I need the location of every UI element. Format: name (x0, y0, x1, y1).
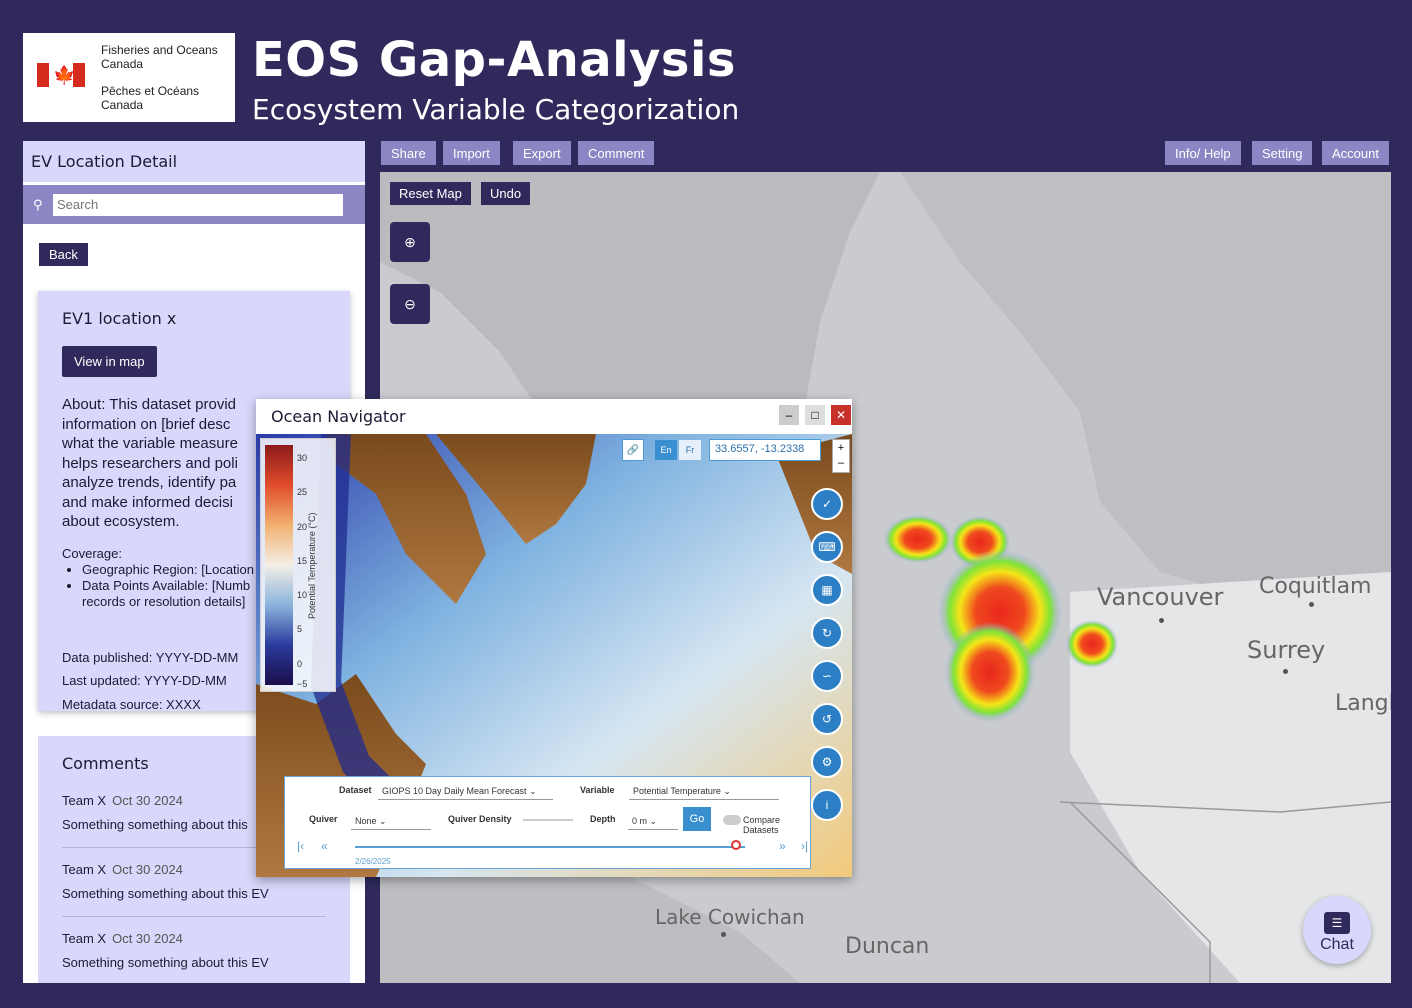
city-marker (721, 932, 726, 937)
minimize-icon[interactable]: – (779, 405, 799, 425)
timeline-first-icon[interactable]: |‹ (297, 839, 304, 853)
lang-en-button[interactable]: En (655, 440, 677, 460)
dfo-logo: 🍁 Fisheries and Oceans Canada Pêches et … (23, 33, 235, 122)
timeline-last-icon[interactable]: ›| (801, 839, 808, 853)
city-marker (1159, 618, 1164, 623)
timeline-handle[interactable] (731, 840, 741, 850)
variable-select[interactable]: Potential Temperature ⌄ (629, 784, 779, 800)
go-button[interactable]: Go (683, 807, 711, 831)
org-name-en: Fisheries and Oceans Canada (101, 43, 218, 71)
quiver-density-slider[interactable] (523, 819, 573, 821)
undo-button[interactable]: Undo (481, 182, 531, 205)
info-help-button[interactable]: Info/ Help (1165, 141, 1241, 165)
ocean-control-panel: Dataset GIOPS 10 Day Daily Mean Forecast… (284, 776, 811, 869)
ev-heading: EV1 location x (62, 309, 177, 328)
chat-icon: ☰ (1324, 912, 1350, 934)
city-label: Duncan (845, 934, 930, 959)
depth-select[interactable]: 0 m ⌄ (628, 814, 678, 830)
city-label: Lake Cowichan (655, 905, 805, 929)
canada-flag-icon: 🍁 (37, 63, 85, 87)
lang-fr-button[interactable]: Fr (679, 440, 701, 460)
compare-datasets-label: Compare Datasets (743, 815, 781, 835)
close-icon[interactable]: ✕ (831, 405, 851, 425)
app-title: EOS Gap-Analysis (252, 32, 736, 88)
back-button[interactable]: Back (39, 243, 88, 266)
import-button[interactable]: Import (443, 141, 500, 165)
quiver-label: Quiver (309, 814, 338, 824)
zoom-out-icon[interactable]: ⊖ (390, 284, 430, 324)
quiver-select[interactable]: None ⌄ (351, 814, 431, 830)
temperature-legend: 30 25 20 15 10 5 0 −5 Potential Temperat… (260, 438, 336, 692)
reset-map-button[interactable]: Reset Map (390, 182, 471, 205)
chart-icon[interactable]: ∽ (811, 660, 843, 692)
keyboard-icon[interactable]: ⌨ (811, 531, 843, 563)
depth-label: Depth (590, 814, 616, 824)
zoom-in-icon[interactable]: ⊕ (390, 222, 430, 262)
ocean-navigator-title: Ocean Navigator (271, 407, 406, 426)
dataset-label: Dataset (339, 785, 372, 795)
timeline-prev-icon[interactable]: « (321, 839, 328, 853)
chat-button[interactable]: ☰ Chat (1303, 896, 1371, 964)
export-button[interactable]: Export (513, 141, 571, 165)
city-label: Vancouver (1097, 583, 1224, 611)
ocean-zoom-icon[interactable]: + – (832, 439, 850, 473)
search-input[interactable] (53, 193, 343, 216)
city-label: Langl (1335, 691, 1391, 716)
share-button[interactable]: Share (381, 141, 436, 165)
panel-title: EV Location Detail (23, 141, 365, 182)
account-button[interactable]: Account (1322, 141, 1389, 165)
ocean-map[interactable]: 30 25 20 15 10 5 0 −5 Potential Temperat… (256, 434, 852, 877)
city-label: Surrey (1247, 636, 1326, 664)
search-icon: ⚲ (33, 196, 43, 212)
org-name-fr: Pêches et Océans Canada (101, 84, 200, 112)
city-marker (1283, 669, 1288, 674)
info-icon[interactable]: i (811, 789, 843, 821)
city-marker (1309, 602, 1314, 607)
maximize-icon[interactable]: □ (805, 405, 825, 425)
table-icon[interactable]: ▦ (811, 574, 843, 606)
reset-icon[interactable]: ↺ (811, 703, 843, 735)
coordinate-readout: 33.6557, -13.2338 (709, 439, 821, 461)
timeline-next-icon[interactable]: » (779, 839, 786, 853)
link-icon[interactable]: 🔗 (622, 439, 644, 461)
rotate-icon[interactable]: ↻ (811, 617, 843, 649)
timeline-slider[interactable] (355, 846, 745, 848)
city-label: Coquitlam (1259, 574, 1372, 599)
comment-button[interactable]: Comment (578, 141, 655, 165)
settings-icon[interactable]: ⚙ (811, 746, 843, 778)
timeline-date: 2/26/2025 (355, 857, 391, 866)
ocean-navigator-window[interactable]: Ocean Navigator – □ ✕ 30 25 20 15 10 5 0… (256, 399, 852, 877)
view-in-map-button[interactable]: View in map (62, 346, 157, 377)
app-subtitle: Ecosystem Variable Categorization (252, 93, 740, 126)
dataset-select[interactable]: GIOPS 10 Day Daily Mean Forecast ⌄ (378, 784, 553, 800)
draw-icon[interactable]: ✓ (811, 488, 843, 520)
comment-item: Team X Oct 30 2024 Something something ab… (62, 931, 269, 970)
compare-toggle[interactable] (723, 815, 741, 825)
setting-button[interactable]: Setting (1252, 141, 1313, 165)
quiver-density-label: Quiver Density (448, 814, 512, 824)
variable-label: Variable (580, 785, 615, 795)
search-bar: ⚲ (23, 185, 365, 224)
